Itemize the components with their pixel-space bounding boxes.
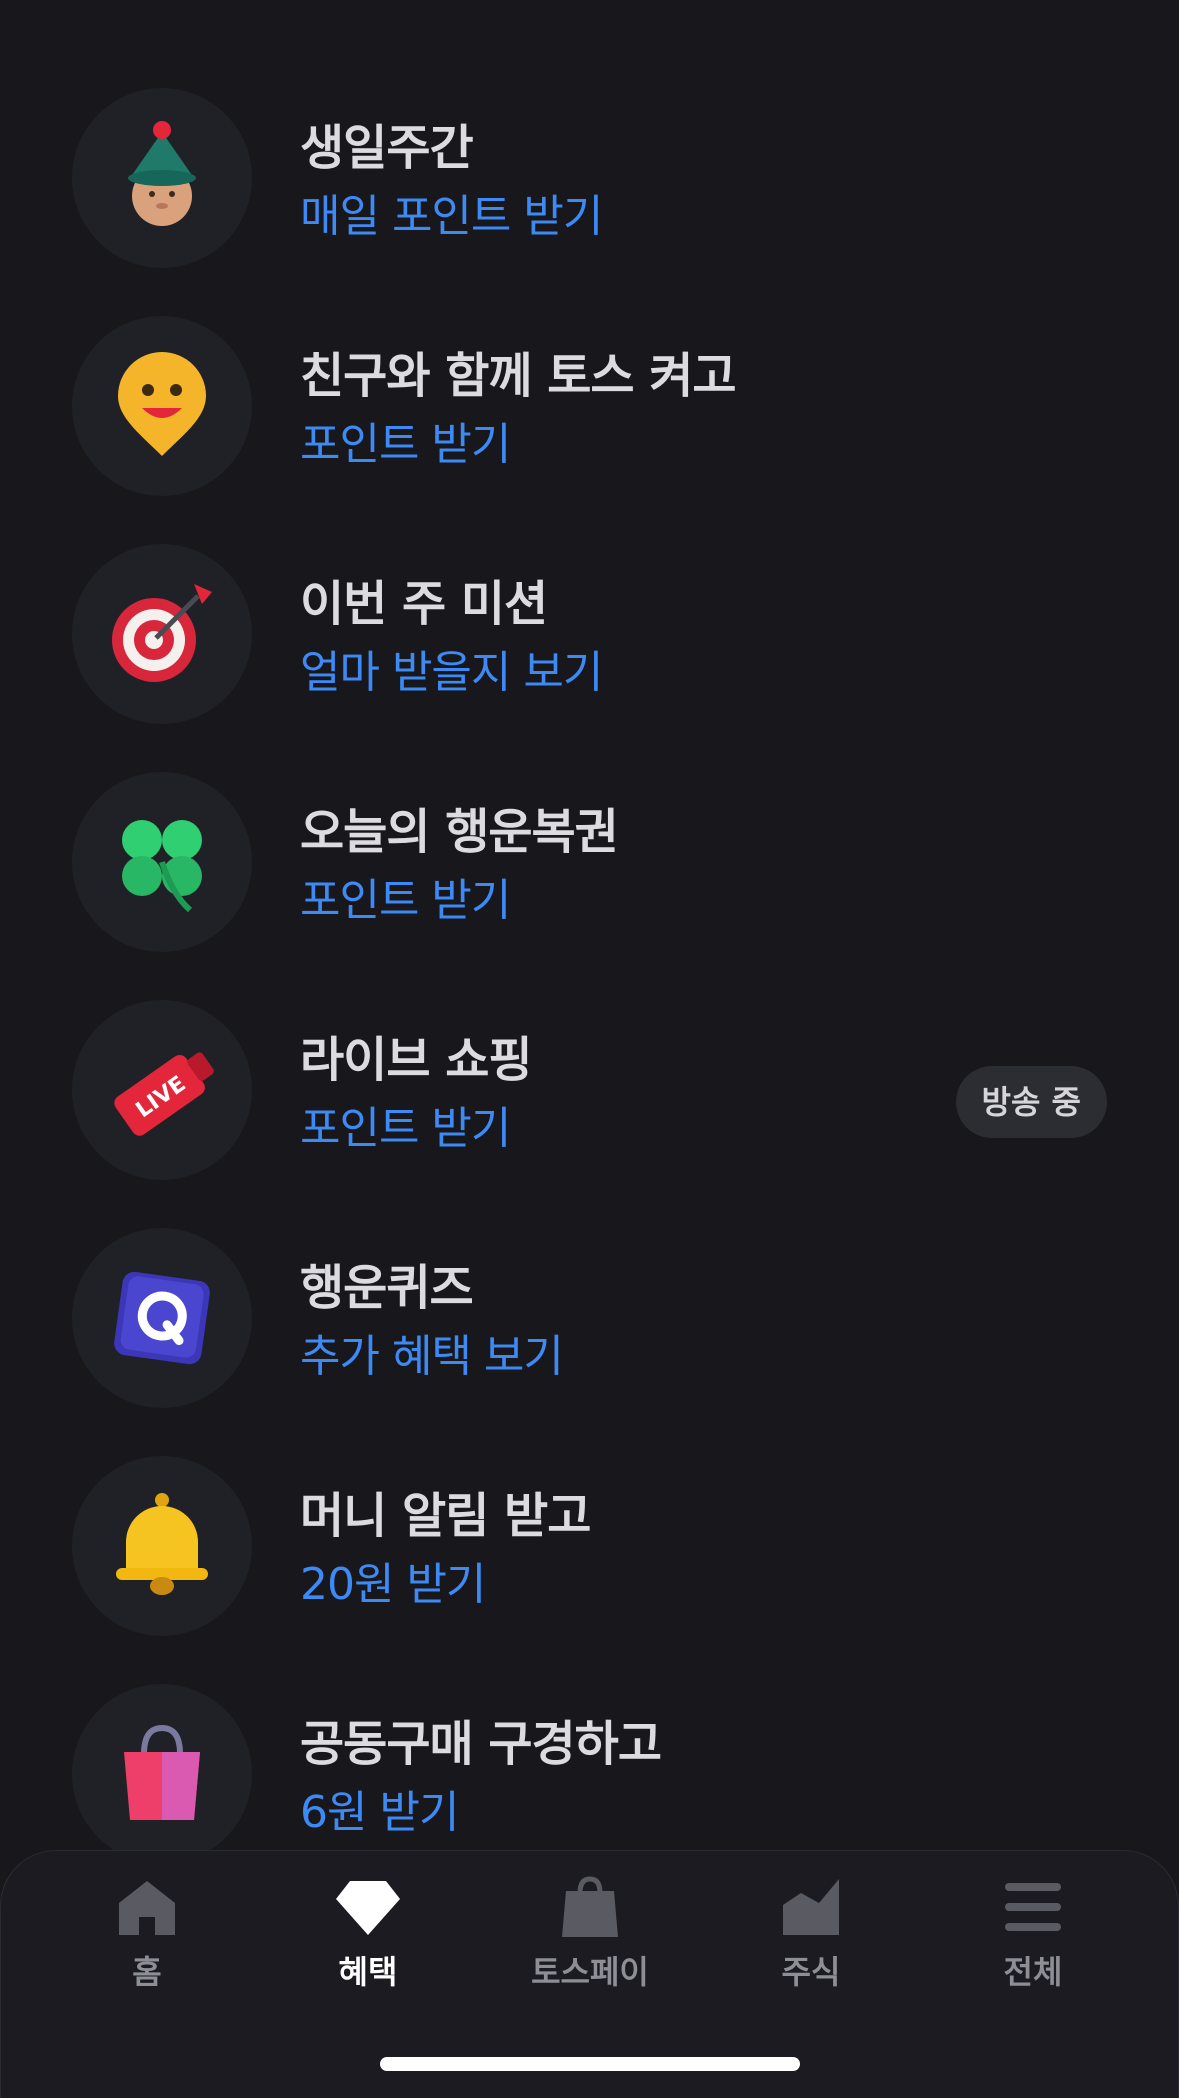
- list-item-live-shopping[interactable]: LIVE 라이브 쇼핑 포인트 받기 방송 중: [0, 1000, 1179, 1180]
- item-title: 공동구매 구경하고: [300, 1716, 662, 1772]
- item-title: 머니 알림 받고: [300, 1488, 591, 1544]
- bell-icon: [72, 1456, 252, 1636]
- tab-label: 혜택: [338, 1953, 398, 1991]
- item-title: 생일주간: [300, 120, 474, 176]
- status-badge-on-air: 방송 중: [955, 1066, 1107, 1138]
- item-subtitle: 매일 포인트 받기: [300, 191, 603, 242]
- four-leaf-clover-icon: [72, 772, 252, 952]
- item-title: 라이브 쇼핑: [300, 1032, 533, 1088]
- tab-stocks[interactable]: 주식: [711, 1875, 911, 1995]
- target-dart-icon: [72, 544, 252, 724]
- tab-label: 홈: [132, 1953, 162, 1991]
- tab-tosspay[interactable]: 토스페이: [490, 1875, 690, 1995]
- item-title: 오늘의 행운복권: [300, 804, 619, 860]
- item-subtitle: 20원 받기: [300, 1559, 486, 1610]
- item-subtitle: 포인트 받기: [300, 419, 511, 470]
- tab-home[interactable]: 홈: [47, 1875, 247, 1995]
- diamond-icon: [336, 1881, 400, 1935]
- benefits-list: 생일주간 매일 포인트 받기 친구와 함께 토스 켜고 포인트 받기 이번 주 …: [0, 0, 1179, 1860]
- item-subtitle: 얼마 받을지 보기: [300, 647, 603, 698]
- list-item-lucky-lottery[interactable]: 오늘의 행운복권 포인트 받기: [0, 772, 1179, 952]
- tab-label: 전체: [1003, 1953, 1063, 1991]
- chart-icon: [783, 1879, 839, 1935]
- tab-all[interactable]: 전체: [933, 1875, 1133, 1995]
- shopping-bag-icon: [72, 1684, 252, 1860]
- tab-label: 토스페이: [531, 1953, 649, 1991]
- tab-label: 주식: [781, 1953, 841, 1991]
- list-item-money-alert[interactable]: 머니 알림 받고 20원 받기: [0, 1456, 1179, 1636]
- smiley-pin-icon: [72, 316, 252, 496]
- item-title: 행운퀴즈: [300, 1260, 474, 1316]
- item-subtitle: 추가 혜택 보기: [300, 1331, 564, 1382]
- list-item-group-buy[interactable]: 공동구매 구경하고 6원 받기: [0, 1684, 1179, 1860]
- item-title: 친구와 함께 토스 켜고: [300, 348, 737, 404]
- list-item-friends-toss[interactable]: 친구와 함께 토스 켜고 포인트 받기: [0, 316, 1179, 496]
- list-item-weekly-mission[interactable]: 이번 주 미션 얼마 받을지 보기: [0, 544, 1179, 724]
- live-megaphone-icon: LIVE: [72, 1000, 252, 1180]
- item-subtitle: 포인트 받기: [300, 875, 511, 926]
- item-title: 이번 주 미션: [300, 576, 548, 632]
- home-indicator[interactable]: [380, 2057, 800, 2071]
- home-icon: [119, 1881, 175, 1935]
- list-item-birthday-week[interactable]: 생일주간 매일 포인트 받기: [0, 88, 1179, 268]
- party-hat-face-icon: [72, 88, 252, 268]
- menu-icon: [1005, 1883, 1061, 1931]
- tab-benefits[interactable]: 혜택: [268, 1875, 468, 1995]
- quiz-q-icon: [72, 1228, 252, 1408]
- item-subtitle: 6원 받기: [300, 1787, 459, 1838]
- item-subtitle: 포인트 받기: [300, 1103, 511, 1154]
- list-item-lucky-quiz[interactable]: 행운퀴즈 추가 혜택 보기: [0, 1228, 1179, 1408]
- bag-icon: [562, 1876, 618, 1937]
